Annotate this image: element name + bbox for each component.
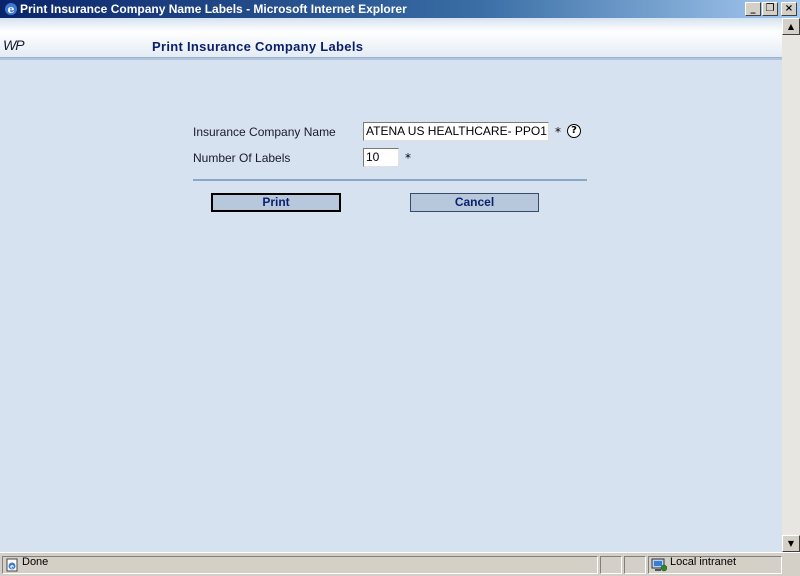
status-cell-empty-2 — [624, 556, 646, 574]
form-divider — [193, 179, 587, 181]
print-button[interactable]: Print — [211, 193, 341, 212]
close-button[interactable]: × — [781, 2, 797, 16]
svg-text:e: e — [8, 3, 15, 16]
restore-button[interactable]: ❐ — [762, 2, 778, 16]
vertical-scrollbar[interactable]: ▲ ▼ — [782, 18, 800, 552]
required-asterisk: * — [555, 125, 561, 139]
wp-logo: WP — [3, 37, 25, 53]
status-bar: e Done Local intranet — [0, 552, 800, 576]
internet-explorer-icon: e — [5, 3, 17, 16]
minimize-button[interactable]: _ — [745, 2, 761, 16]
header-band — [0, 18, 782, 58]
page-content: WP Print Insurance Company Labels Insura… — [0, 18, 782, 552]
page-done-icon: e — [6, 558, 18, 572]
window-title-bar[interactable]: e Print Insurance Company Name Labels - … — [0, 0, 800, 18]
security-zone-text: Local intranet — [670, 556, 737, 568]
help-icon[interactable]: ? — [567, 124, 581, 138]
cancel-button[interactable]: Cancel — [410, 193, 539, 212]
number-of-labels-label: Number Of Labels — [193, 151, 291, 165]
page-title: Print Insurance Company Labels — [152, 39, 364, 54]
scroll-up-icon[interactable]: ▲ — [782, 18, 800, 35]
required-asterisk: * — [405, 151, 411, 165]
insurance-company-name-label: Insurance Company Name — [193, 125, 336, 139]
window-title: Print Insurance Company Name Labels - Mi… — [20, 2, 407, 16]
status-cell-empty-1 — [600, 556, 622, 574]
svg-text:e: e — [10, 564, 14, 571]
status-main-cell — [2, 556, 598, 574]
status-text: Done — [22, 556, 49, 568]
number-of-labels-input[interactable]: 10 — [363, 148, 399, 167]
insurance-company-name-input[interactable]: ATENA US HEALTHCARE- PPO1 — [363, 122, 549, 141]
local-intranet-icon — [651, 558, 667, 572]
scroll-down-icon[interactable]: ▼ — [782, 535, 800, 552]
header-rule — [0, 58, 782, 60]
